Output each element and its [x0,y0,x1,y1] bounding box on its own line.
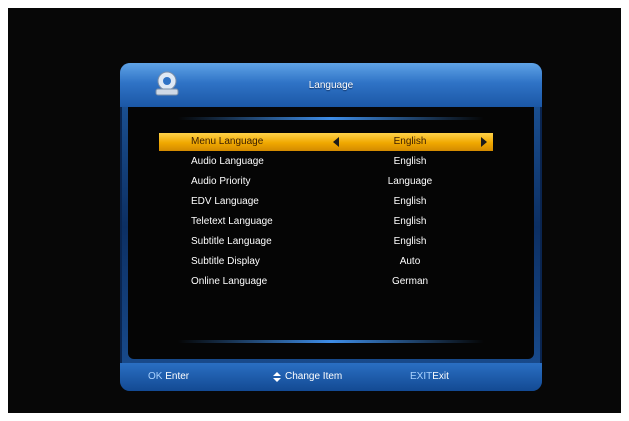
menu-row-menu-language[interactable]: Menu Language English [159,133,493,151]
page-title: Language [308,80,354,91]
row-label: Teletext Language [191,216,273,227]
row-label: Subtitle Language [191,236,272,247]
exit-key: EXIT [410,371,433,382]
ok-label: Enter [162,371,190,382]
exit-hint: EXITExit [410,371,449,382]
row-label: Audio Language [191,156,264,167]
row-value: English [393,136,427,147]
menu-row-online-language[interactable]: Online Language German [159,273,493,291]
ok-enter-hint: OK Enter [148,371,189,382]
row-value: Language [387,176,433,187]
row-value: English [393,156,427,167]
menu-row-edv-language[interactable]: EDV Language English [159,193,493,211]
change-label: Change Item [285,371,343,382]
top-divider [178,117,484,120]
menu-row-subtitle-language[interactable]: Subtitle Language English [159,233,493,251]
row-label: EDV Language [191,196,259,207]
menu-row-audio-language[interactable]: Audio Language English [159,153,493,171]
row-value: English [393,236,427,247]
row-value: German [391,276,429,287]
ok-key: OK [148,371,163,382]
row-label: Online Language [191,276,268,287]
up-down-arrows-icon [272,371,282,382]
row-label: Audio Priority [191,176,251,187]
menu-row-teletext-language[interactable]: Teletext Language English [159,213,493,231]
menu-content: Menu Language English Audio Language Eng… [128,107,534,359]
row-label: Menu Language [191,136,264,147]
help-bar: OK Enter Change Item EXITExit [120,363,542,391]
change-item-hint: Change Item [272,371,342,382]
tv-screen: Language Menu Language English Audio Lan… [8,8,621,413]
menu-row-audio-priority[interactable]: Audio Priority Language [159,173,493,191]
menu-header: Language [120,63,542,107]
row-value: English [393,216,427,227]
row-value: English [393,196,427,207]
menu-row-subtitle-display[interactable]: Subtitle Display Auto [159,253,493,271]
bottom-divider [178,340,484,343]
row-value: Auto [399,256,421,267]
row-label: Subtitle Display [191,256,260,267]
exit-label: Exit [432,371,449,382]
arrow-right-icon[interactable] [481,137,487,147]
language-menu-panel: Language Menu Language English Audio Lan… [120,63,542,391]
